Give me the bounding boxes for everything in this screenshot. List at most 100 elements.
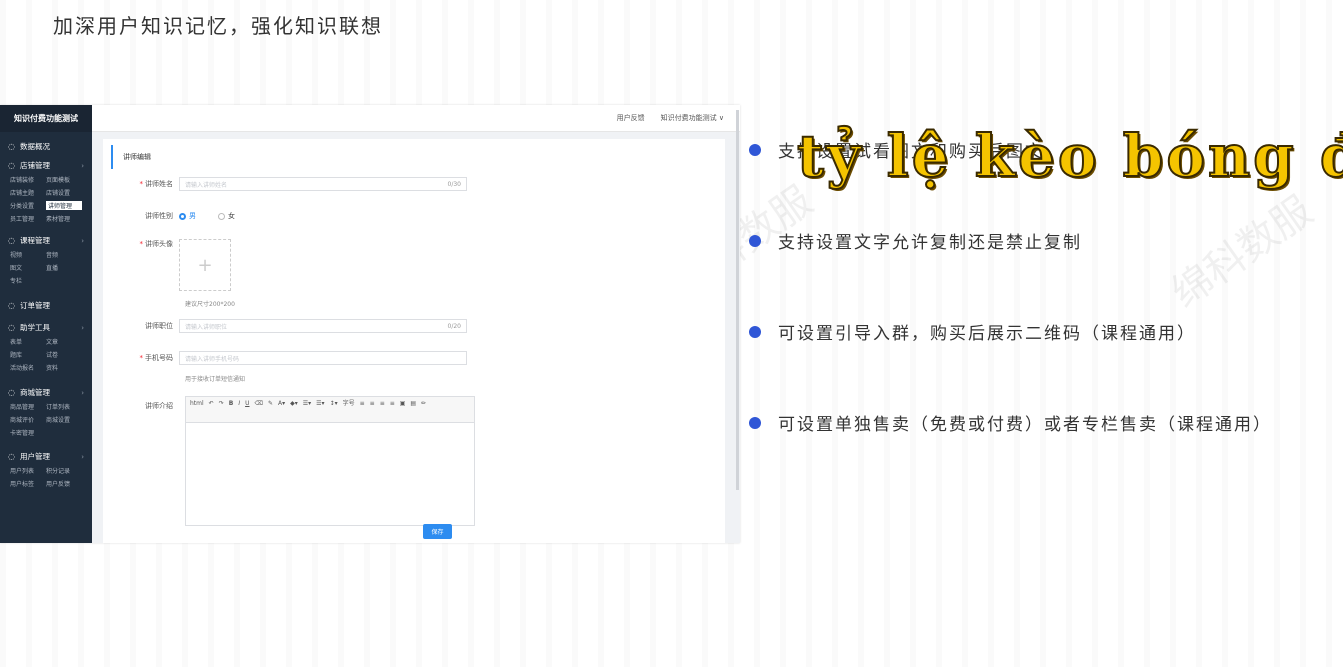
align-left-icon[interactable]: ≡ [360,399,365,409]
title-input[interactable]: 请输入讲师职位 0/20 [179,319,467,333]
sidebar-group[interactable]: ◌ 助学工具 › [0,320,92,335]
sidebar-item[interactable]: 图文 [10,263,46,272]
name-label: 讲师姓名 [145,180,173,188]
avatar-row: * 讲师头像 + [103,239,231,291]
html-source-button[interactable]: html [190,399,204,409]
phone-placeholder: 请输入讲师手机号码 [185,355,240,363]
sidebar-item[interactable]: 音频 [46,250,82,259]
sidebar-item[interactable]: 直播 [46,263,82,272]
chevron-right-icon: › [81,323,84,332]
feature-item: 可设置引导入群，购买后展示二维码（课程通用） [749,319,1343,344]
editor-toolbar: html ↶ ↷ B I U ⌫ ✎ A▾ ◆▾ ☰▾ ☰▾ ↕▾ 字号 ≡ ≡… [186,397,474,423]
chevron-right-icon: › [81,452,84,461]
unordered-list-icon[interactable]: ☰▾ [316,399,324,409]
sidebar-item[interactable]: 用户列表 [10,466,46,475]
sidebar-group[interactable]: ◌ 订单管理 [0,298,92,313]
sidebar-item[interactable]: 视频 [10,250,46,259]
radio-dot-icon [179,212,186,220]
sidebar-item[interactable]: 员工管理 [10,214,46,223]
sidebar-item[interactable]: 试卷 [46,350,82,359]
sidebar-item[interactable]: 素材管理 [46,214,82,223]
highlight-icon[interactable]: ◆▾ [290,399,298,409]
bullet-dot-icon [749,143,761,156]
sidebar-item[interactable]: 表单 [10,337,46,346]
sidebar-item[interactable]: 页面模板 [46,175,82,184]
sidebar-item[interactable]: 商城设置 [46,415,82,424]
bullet-dot-icon [749,416,761,429]
feature-text: 可设置单独售卖（免费或付费）或者专栏售卖（课程通用） [778,415,1272,435]
avatar-hint: 建议尺寸200*200 [185,301,235,308]
italic-icon[interactable]: I [238,399,240,409]
eraser-icon[interactable]: ⌫ [255,399,263,409]
sidebar-group[interactable]: ◌ 数据概况 [0,139,92,154]
file-icon[interactable]: ▤ [410,399,416,409]
sidebar-item[interactable]: 分类设置 [10,201,46,210]
sidebar-item[interactable]: 活动报名 [10,363,46,372]
undo-icon[interactable]: ↶ [209,399,214,409]
underline-icon[interactable]: U [245,399,249,409]
title-placeholder: 请输入讲师职位 [185,323,228,331]
clock-icon: ◌ [8,142,15,151]
bullet-dot-icon [749,325,761,338]
sidebar-item[interactable]: 商城评价 [10,415,46,424]
font-size-select[interactable]: 字号 [343,399,355,409]
chevron-right-icon: › [81,388,84,397]
sidebar-group[interactable]: ◌ 课程管理 › [0,233,92,248]
ordered-list-icon[interactable]: ☰▾ [303,399,311,409]
sidebar-group[interactable]: ◌ 商城管理 › [0,385,92,400]
sidebar-item[interactable]: 店铺装修 [10,175,46,184]
phone-label: 手机号码 [145,354,173,362]
gender-male-radio[interactable]: 男 [179,211,196,221]
sidebar-item[interactable]: 店铺主题 [10,188,46,197]
sidebar-item[interactable]: 用户反馈 [46,479,82,488]
align-justify-icon[interactable]: ≡ [390,399,395,409]
bullet-dot-icon [749,234,761,247]
line-height-icon[interactable]: ↕▾ [330,399,338,409]
title-row: 讲师职位 请输入讲师职位 0/20 [103,319,467,333]
feature-text: 支持设置文字允许复制还是禁止复制 [778,233,1082,253]
gender-row: 讲师性别 男 女 [103,211,257,221]
sidebar-item[interactable]: 积分记录 [46,466,82,475]
sidebar-group[interactable]: ◌ 店铺管理 › [0,158,92,173]
name-input[interactable]: 请输入讲师姓名 0/30 [179,177,467,191]
phone-input[interactable]: 请输入讲师手机号码 [179,351,467,365]
phone-row: * 手机号码 请输入讲师手机号码 [103,351,467,365]
rich-text-editor[interactable]: html ↶ ↷ B I U ⌫ ✎ A▾ ◆▾ ☰▾ ☰▾ ↕▾ 字号 ≡ ≡… [185,396,475,526]
redo-icon[interactable]: ↷ [219,399,224,409]
font-color-icon[interactable]: A▾ [278,399,285,409]
sidebar-item[interactable]: 用户标签 [10,479,46,488]
gender-female-radio[interactable]: 女 [218,211,235,221]
avatar-upload[interactable]: + [179,239,231,291]
align-right-icon[interactable]: ≡ [380,399,385,409]
sidebar-item[interactable]: 文章 [46,337,82,346]
intro-row: 讲师介绍 [103,401,179,411]
image-icon[interactable]: ▣ [400,399,406,409]
sidebar-item[interactable]: 讲师管理 [46,201,82,210]
feedback-link[interactable]: 用户反馈 [617,113,645,123]
sidebar-group-label: 课程管理 [20,236,50,245]
plus-icon: + [197,254,213,276]
avatar-label: 讲师头像 [145,240,173,248]
brush-icon[interactable]: ✎ [268,399,273,409]
sidebar-group[interactable]: ◌ 用户管理 › [0,449,92,464]
save-button[interactable]: 保存 [423,524,452,539]
pencil-icon[interactable]: ✏ [421,399,426,409]
sidebar-item[interactable]: 专栏 [10,276,46,285]
align-center-icon[interactable]: ≡ [370,399,375,409]
chevron-right-icon: › [81,161,84,170]
account-menu[interactable]: 知识付费功能测试 ∨ [661,113,724,123]
sidebar-item[interactable]: 资料 [46,363,82,372]
sidebar-group-label: 订单管理 [20,301,50,310]
scrollbar[interactable] [736,110,739,490]
sidebar-item[interactable]: 订单列表 [46,402,82,411]
sidebar-item[interactable]: 卡密管理 [10,428,46,437]
sidebar-item[interactable]: 店铺设置 [46,188,82,197]
sidebar-item[interactable]: 商品管理 [10,402,46,411]
bold-icon[interactable]: B [229,399,234,409]
user-icon: ◌ [8,452,15,461]
feature-text: 可设置引导入群，购买后展示二维码（课程通用） [778,324,1196,344]
sidebar-item[interactable]: 题库 [10,350,46,359]
